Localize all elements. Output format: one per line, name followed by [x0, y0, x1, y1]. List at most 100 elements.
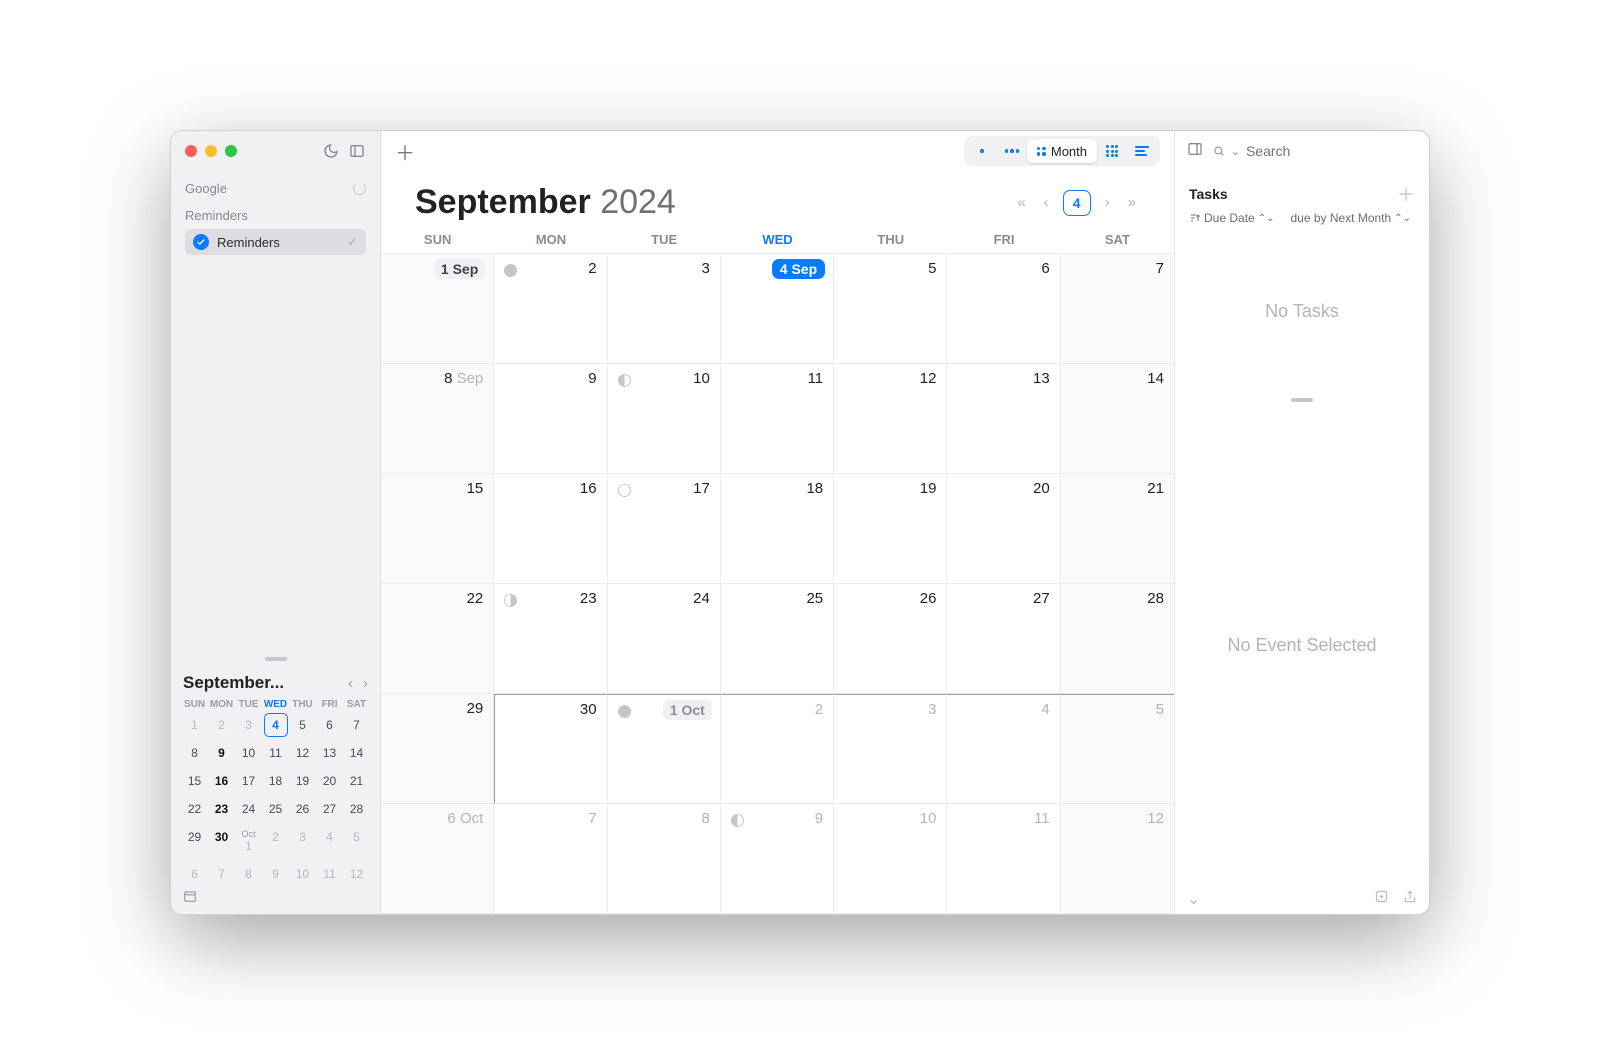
calendar-cell[interactable]: 6 — [947, 254, 1060, 364]
mini-day[interactable]: 14 — [343, 742, 370, 764]
mini-day[interactable]: 3 — [289, 826, 316, 857]
mini-day[interactable]: 5 — [289, 714, 316, 736]
mini-day[interactable]: 16 — [208, 770, 235, 792]
view-list-button[interactable] — [1127, 139, 1157, 163]
account-header-reminders[interactable]: Reminders — [185, 202, 366, 229]
calendar-checkbox-icon[interactable] — [193, 234, 209, 250]
mini-day[interactable]: 12 — [289, 742, 316, 764]
calendar-cell[interactable]: 26 — [834, 584, 947, 694]
calendar-cell[interactable]: 22 — [381, 584, 494, 694]
calendar-cell[interactable]: 24 — [608, 584, 721, 694]
expand-icon[interactable]: ⌄ — [1187, 889, 1200, 909]
mini-day[interactable]: 10 — [289, 863, 316, 885]
mini-day[interactable]: 20 — [316, 770, 343, 792]
view-month-button[interactable]: Month — [1027, 139, 1097, 163]
calendar-cell[interactable]: 8 Sep — [381, 364, 494, 474]
sidebar-resize-handle[interactable] — [171, 651, 380, 667]
calendar-cell[interactable]: 14 — [1061, 364, 1174, 474]
calendar-cell[interactable]: 10 — [608, 364, 721, 474]
mini-day[interactable]: 22 — [181, 798, 208, 820]
window-zoom-button[interactable] — [225, 145, 237, 157]
mini-day[interactable]: 19 — [289, 770, 316, 792]
mini-day[interactable]: 7 — [208, 863, 235, 885]
mini-day[interactable]: 2 — [208, 714, 235, 736]
share-icon[interactable] — [1403, 890, 1417, 909]
calendar-item-reminders[interactable]: Reminders ✓ — [185, 229, 366, 255]
calendar-cell[interactable]: 18 — [721, 474, 834, 584]
calendar-cell[interactable]: 21 — [1061, 474, 1174, 584]
toggle-sidebar-icon[interactable] — [348, 142, 366, 160]
calendar-cell[interactable]: 10 — [834, 804, 947, 914]
mini-day[interactable]: 17 — [235, 770, 262, 792]
account-header-google[interactable]: Google — [185, 175, 366, 202]
calendar-cell[interactable]: 4 — [947, 694, 1060, 804]
mini-day[interactable]: 13 — [316, 742, 343, 764]
mini-day[interactable]: 6 — [181, 863, 208, 885]
calendar-cell[interactable]: 11 — [947, 804, 1060, 914]
mini-day[interactable]: 11 — [316, 863, 343, 885]
calendar-cell[interactable]: 7 — [1061, 254, 1174, 364]
view-year-button[interactable] — [1097, 139, 1127, 163]
mini-cal-settings-icon[interactable] — [181, 885, 370, 906]
mini-day[interactable]: 28 — [343, 798, 370, 820]
mini-cal-next-button[interactable]: › — [363, 675, 368, 692]
calendar-cell[interactable]: 13 — [947, 364, 1060, 474]
panel-resize-handle[interactable] — [1175, 394, 1429, 406]
mini-day[interactable]: 24 — [235, 798, 262, 820]
search-field[interactable]: ⌄ — [1213, 143, 1417, 159]
mini-day[interactable]: 6 — [316, 714, 343, 736]
calendar-cell[interactable]: 17 — [608, 474, 721, 584]
nav-prev-month-button[interactable]: ‹ — [1040, 194, 1053, 211]
nav-today-button[interactable]: 4 — [1063, 190, 1091, 216]
tasks-sort-button[interactable]: Due Date ⌃⌄ — [1189, 211, 1274, 225]
view-day-single-button[interactable] — [967, 139, 997, 163]
nav-next-month-button[interactable]: › — [1101, 194, 1114, 211]
window-close-button[interactable] — [185, 145, 197, 157]
mini-day[interactable]: 23 — [208, 798, 235, 820]
calendar-cell[interactable]: 20 — [947, 474, 1060, 584]
appearance-toggle-icon[interactable] — [322, 142, 340, 160]
calendar-cell[interactable]: 29 — [381, 694, 494, 804]
calendar-cell[interactable]: 12 — [834, 364, 947, 474]
calendar-cell[interactable]: 25 — [721, 584, 834, 694]
window-minimize-button[interactable] — [205, 145, 217, 157]
calendar-cell[interactable]: 5 — [1061, 694, 1174, 804]
mini-day[interactable]: 4 — [316, 826, 343, 857]
mini-day[interactable]: 9 — [262, 863, 289, 885]
calendar-cell[interactable]: 15 — [381, 474, 494, 584]
calendar-cell[interactable]: 7 — [494, 804, 607, 914]
mini-day[interactable]: 1 — [181, 714, 208, 736]
mini-day[interactable]: 26 — [289, 798, 316, 820]
calendar-cell[interactable]: 4 Sep — [721, 254, 834, 364]
mini-day[interactable]: 2 — [262, 826, 289, 857]
calendar-cell[interactable]: 2 — [721, 694, 834, 804]
calendar-cell[interactable]: 16 — [494, 474, 607, 584]
mini-day[interactable]: 21 — [343, 770, 370, 792]
mini-day[interactable]: 7 — [343, 714, 370, 736]
mini-day[interactable]: 18 — [262, 770, 289, 792]
toggle-panel-icon[interactable] — [1187, 141, 1203, 162]
calendar-cell[interactable]: 23 — [494, 584, 607, 694]
calendar-cell[interactable]: 11 — [721, 364, 834, 474]
mini-day[interactable]: 11 — [262, 742, 289, 764]
search-chevron-icon[interactable]: ⌄ — [1231, 145, 1240, 158]
calendar-cell[interactable]: 1 Sep — [381, 254, 494, 364]
tasks-filter-button[interactable]: due by Next Month ⌃⌄ — [1290, 211, 1411, 225]
calendar-cell[interactable]: 9 — [494, 364, 607, 474]
calendar-cell[interactable]: 6 Oct — [381, 804, 494, 914]
mini-day[interactable]: Oct1 — [235, 826, 262, 857]
calendar-cell[interactable]: 27 — [947, 584, 1060, 694]
mini-day[interactable]: 5 — [343, 826, 370, 857]
calendar-cell[interactable]: 2 — [494, 254, 607, 364]
add-task-button[interactable]: ＋ — [1397, 181, 1415, 207]
mini-day[interactable]: 8 — [181, 742, 208, 764]
mini-day[interactable]: 3 — [235, 714, 262, 736]
mini-day[interactable]: 27 — [316, 798, 343, 820]
mini-day[interactable]: 25 — [262, 798, 289, 820]
mini-day[interactable]: 12 — [343, 863, 370, 885]
new-event-button[interactable]: ＋ — [395, 137, 415, 166]
mini-day[interactable]: 10 — [235, 742, 262, 764]
search-input[interactable] — [1246, 143, 1417, 159]
view-day-multi-button[interactable] — [997, 139, 1027, 163]
add-icon[interactable] — [1374, 889, 1389, 909]
